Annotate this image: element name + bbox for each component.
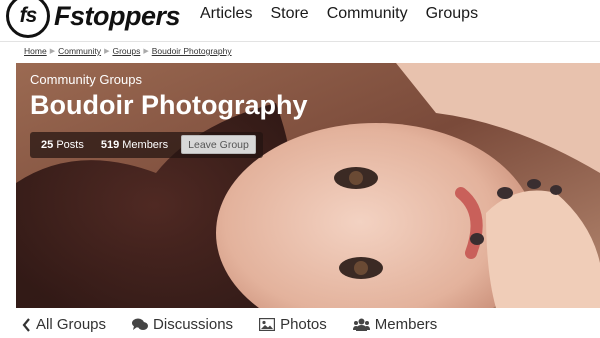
nav-store[interactable]: Store xyxy=(270,5,308,23)
group-tabs: All Groups Discussions Photos Members xyxy=(22,316,463,333)
nav-groups[interactable]: Groups xyxy=(426,5,478,23)
fstoppers-logo[interactable]: fs Fstoppers xyxy=(6,0,181,38)
logo-text: Fstoppers xyxy=(54,0,181,31)
leave-group-button[interactable]: Leave Group xyxy=(181,135,256,154)
group-hero-banner: Community Groups Boudoir Photography 25 … xyxy=(16,63,600,308)
chat-bubbles-icon xyxy=(132,318,149,331)
logo-mark: fs xyxy=(6,0,50,38)
users-icon xyxy=(352,318,370,331)
chevron-right-icon: ▶ xyxy=(143,48,149,55)
nav-articles[interactable]: Articles xyxy=(200,5,252,23)
breadcrumb-community[interactable]: Community xyxy=(58,46,101,56)
tab-label: Members xyxy=(374,316,438,333)
chevron-left-icon xyxy=(22,317,31,332)
tab-photos[interactable]: Photos xyxy=(259,316,327,333)
chevron-right-icon: ▶ xyxy=(49,48,56,55)
tab-discussions[interactable]: Discussions xyxy=(132,316,233,333)
tab-label: Discussions xyxy=(153,316,234,333)
chevron-right-icon: ▶ xyxy=(104,48,110,55)
group-stats-bar: 25 Posts 519 Members Leave Group xyxy=(30,132,263,158)
breadcrumb-home[interactable]: Home xyxy=(24,46,47,56)
top-navigation-bar: fs Fstoppers Articles Store Community Gr… xyxy=(0,0,600,42)
posts-count: 25 xyxy=(41,139,54,151)
breadcrumb-groups[interactable]: Groups xyxy=(112,46,140,56)
main-nav: Articles Store Community Groups xyxy=(200,5,496,23)
members-count: 519 xyxy=(100,139,120,151)
posts-stat[interactable]: 25 Posts xyxy=(41,139,84,151)
tab-all-groups[interactable]: All Groups xyxy=(22,316,106,333)
members-label: Members xyxy=(122,139,169,151)
breadcrumb: Home ▶ Community ▶ Groups ▶ Boudoir Phot… xyxy=(24,46,232,56)
tab-label: All Groups xyxy=(36,316,107,333)
posts-label: Posts xyxy=(56,139,84,151)
hero-subtitle: Community Groups xyxy=(30,72,142,87)
photo-icon xyxy=(259,318,276,331)
group-title: Boudoir Photography xyxy=(30,90,308,120)
members-stat[interactable]: 519 Members xyxy=(101,139,168,151)
tab-members[interactable]: Members xyxy=(352,316,438,333)
breadcrumb-boudoir-photography[interactable]: Boudoir Photography xyxy=(152,46,232,56)
nav-community[interactable]: Community xyxy=(327,5,408,23)
tab-label: Photos xyxy=(280,316,327,333)
